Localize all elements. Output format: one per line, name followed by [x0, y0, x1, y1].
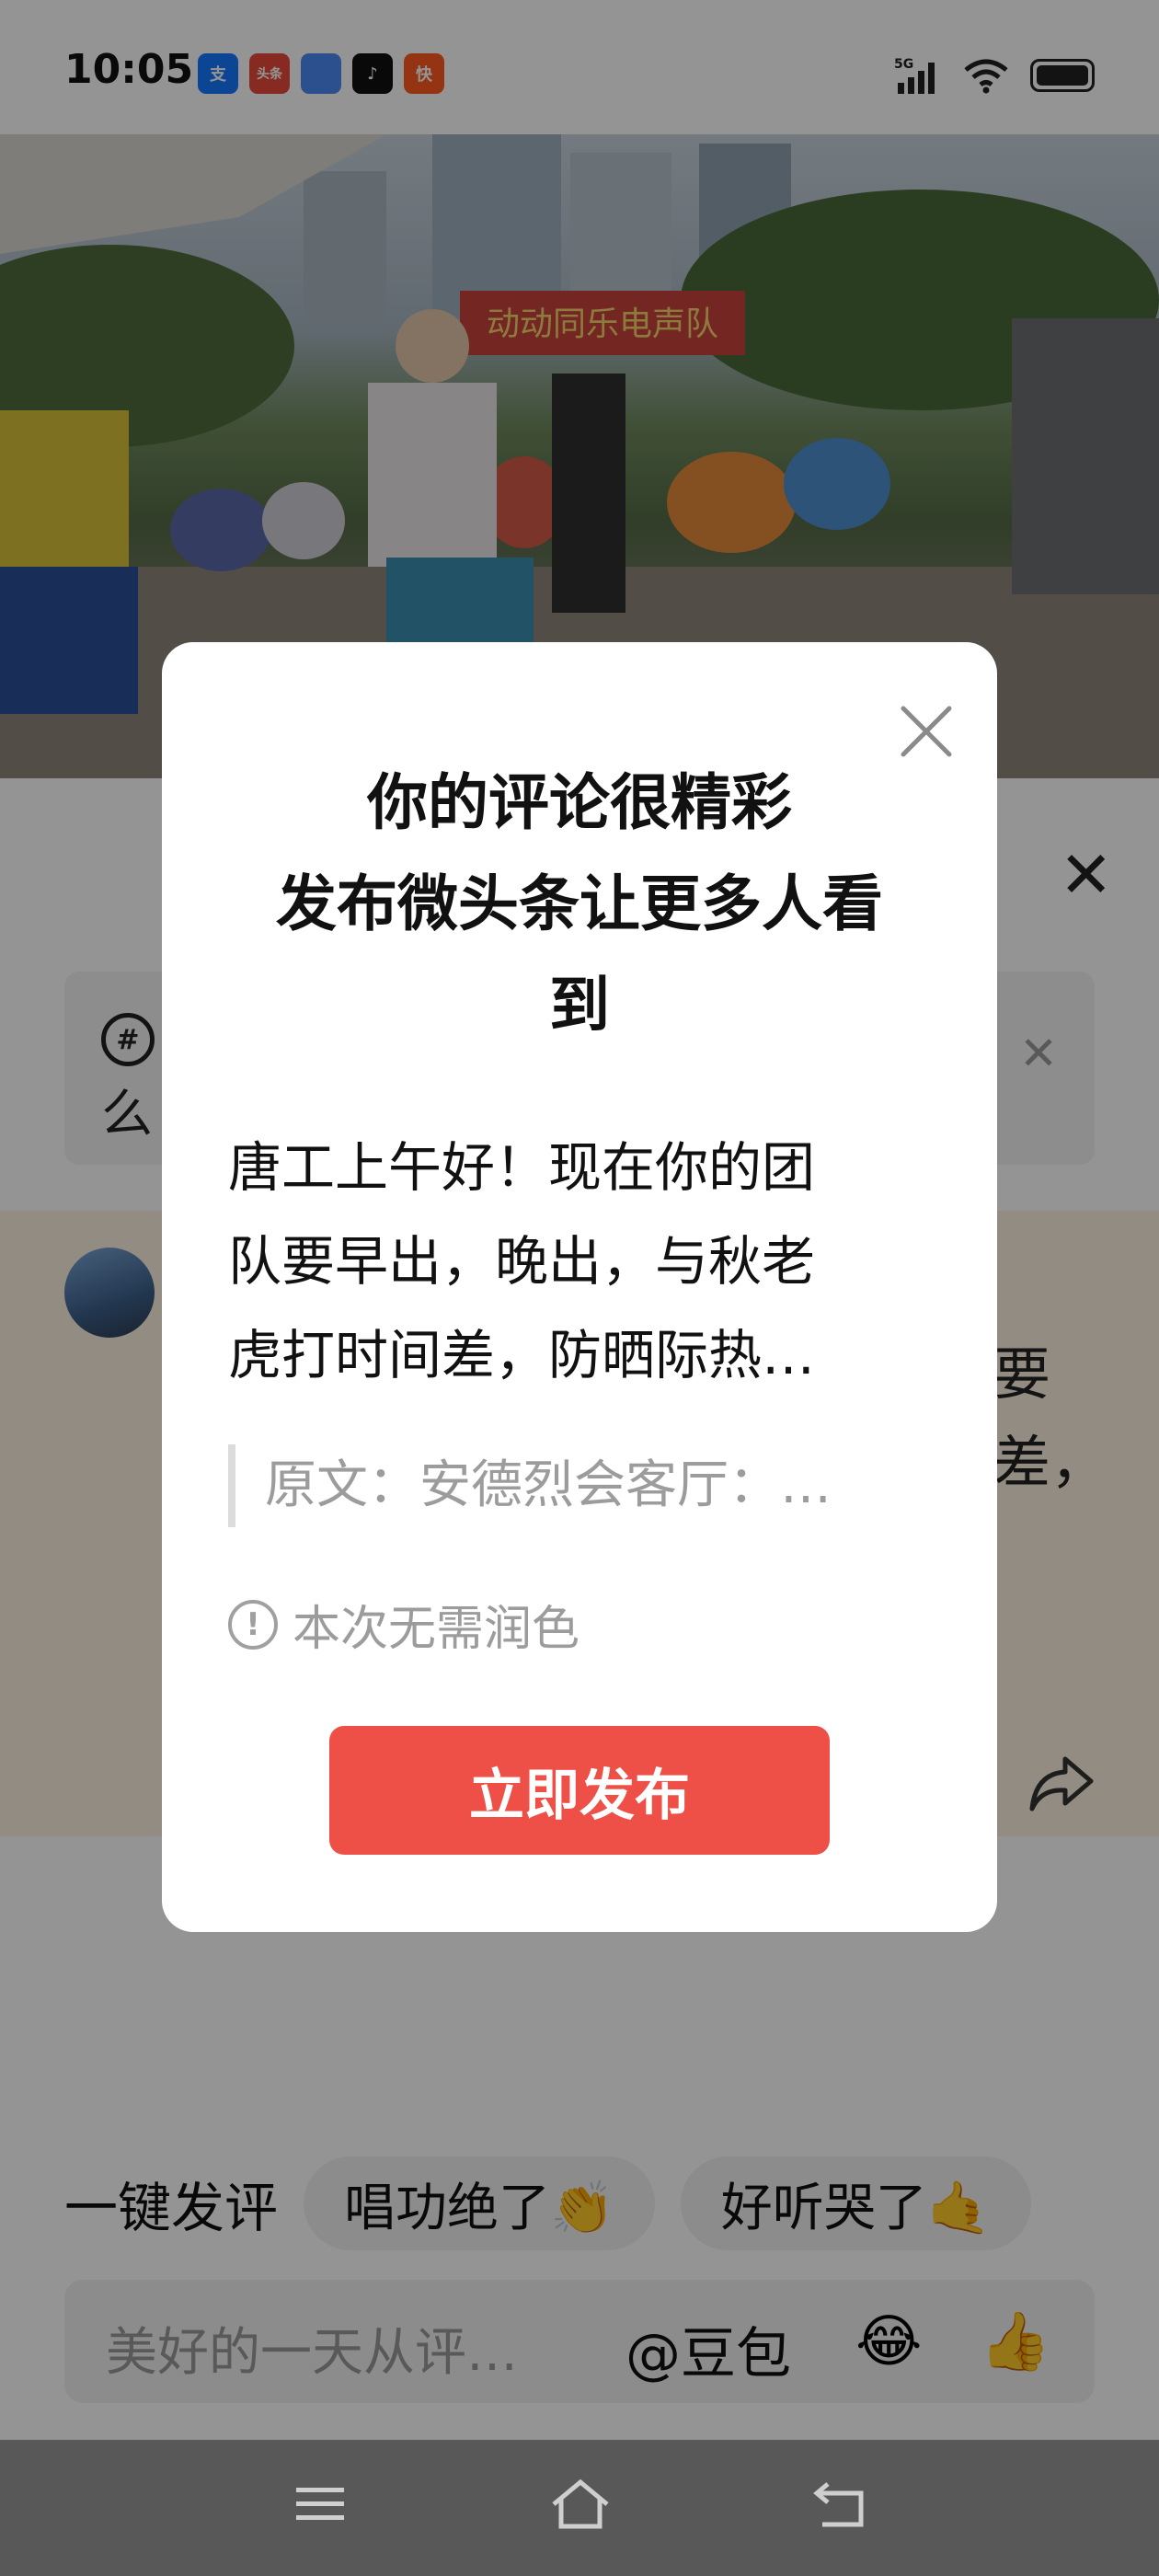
dialog-title-line: 到 — [549, 970, 610, 1041]
back-icon[interactable] — [809, 2477, 868, 2532]
publish-dialog: 你的评论很精彩 发布微头条让更多人看 到 唐工上午好！现在你的团 队要早出，晚出… — [162, 642, 997, 1932]
dialog-title-line: 发布微头条让更多人看 — [276, 868, 883, 939]
comment-preview-line: 队要早出，晚出，与秋老 — [228, 1230, 816, 1293]
dialog-title-line: 你的评论很精彩 — [367, 767, 792, 838]
comment-preview-line: 唐工上午好！现在你的团 — [228, 1136, 816, 1199]
polish-hint: ! 本次无需润色 — [228, 1590, 580, 1659]
system-nav-bar — [0, 2440, 1159, 2576]
comment-preview: 唐工上午好！现在你的团 队要早出，晚出，与秋老 虎打时间差，防晒际热… — [228, 1121, 890, 1402]
publish-button[interactable]: 立即发布 — [329, 1726, 830, 1855]
info-icon: ! — [228, 1599, 278, 1650]
comment-preview-line: 虎打时间差，防晒际热… — [228, 1324, 816, 1386]
home-icon[interactable] — [548, 2477, 613, 2532]
original-quote: 原文：安德烈会客厅：… — [228, 1444, 909, 1527]
polish-hint-text: 本次无需润色 — [293, 1602, 580, 1657]
menu-icon[interactable] — [293, 2477, 348, 2532]
dialog-title: 你的评论很精彩 发布微头条让更多人看 到 — [217, 753, 942, 1056]
